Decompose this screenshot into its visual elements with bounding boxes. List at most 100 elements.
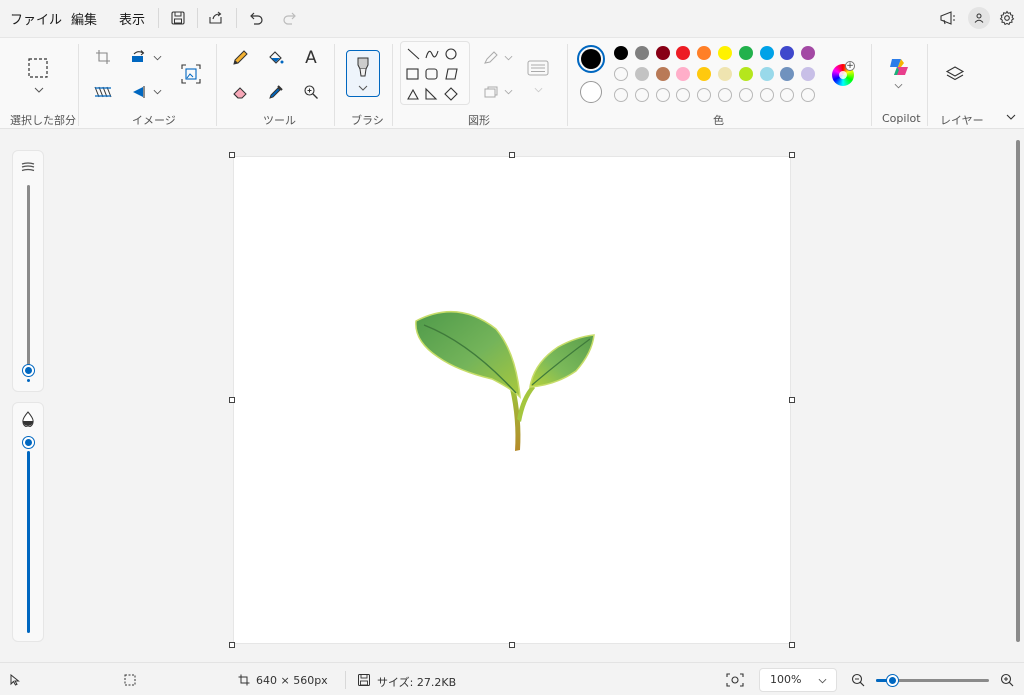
vertical-scrollbar[interactable] [1016,140,1020,642]
palette-swatch[interactable] [634,46,649,60]
palette-swatch[interactable] [655,46,670,60]
remove-background-icon[interactable] [180,63,202,85]
zoom-in-icon[interactable] [1000,673,1014,687]
ribbon-divider [392,44,393,126]
rectangle-select-icon [28,58,48,78]
redo-icon[interactable] [280,8,300,28]
palette-empty-slot[interactable] [697,88,712,102]
magnifier-icon[interactable] [300,81,322,103]
palette-swatch[interactable] [697,46,712,60]
pencil-icon[interactable] [229,47,251,69]
palette-empty-slot[interactable] [676,88,691,102]
palette-swatch[interactable] [634,67,649,81]
zoom-slider-thumb[interactable] [887,675,898,686]
group-label-selection: 選択した部分 [10,114,76,127]
text-tool-icon[interactable]: A [300,47,322,69]
chevron-down-icon[interactable] [504,89,513,95]
crop-icon[interactable] [92,46,114,68]
resize-handle-bottom-left[interactable] [229,642,235,648]
shape-outline-icon[interactable] [480,47,502,69]
palette-swatch[interactable] [655,67,670,81]
primary-color-button[interactable] [577,45,605,73]
undo-icon[interactable] [246,8,266,28]
chevron-down-icon[interactable] [534,87,543,93]
menu-file[interactable]: ファイル [10,9,62,28]
slider-thumb[interactable] [23,437,34,448]
resize-handle-top[interactable] [509,152,515,158]
palette-swatch[interactable] [614,46,628,60]
flip-icon[interactable] [128,81,150,103]
copilot-button[interactable] [888,57,912,93]
ribbon-divider [216,44,217,126]
slider-min-dot [27,379,30,382]
resize-handle-top-right[interactable] [789,152,795,158]
zoom-slider[interactable] [876,675,989,686]
account-avatar[interactable] [968,7,990,29]
layers-icon[interactable] [944,63,966,85]
zoom-level-dropdown[interactable]: 100% [759,668,837,692]
resize-handle-left[interactable] [229,397,235,403]
palette-empty-slot[interactable] [718,88,732,102]
palette-swatch[interactable] [738,46,753,60]
zoom-out-icon[interactable] [851,673,865,687]
palette-swatch[interactable] [676,46,691,60]
opacity-slider[interactable] [12,402,44,642]
palette-empty-slot[interactable] [801,88,816,102]
selection-button[interactable] [27,57,51,97]
group-label-layers: レイヤー [940,114,984,127]
palette-empty-slot[interactable] [614,88,628,102]
eraser-icon[interactable] [229,81,251,103]
shapes-gallery[interactable] [400,41,470,105]
ribbon-collapse-chevron-icon[interactable] [1006,114,1016,120]
palette-empty-slot[interactable] [634,88,649,102]
palette-swatch[interactable] [759,67,774,81]
palette-swatch[interactable] [718,67,732,81]
resize-handle-bottom[interactable] [509,642,515,648]
resize-handle-right[interactable] [789,397,795,403]
resize-handle-bottom-right[interactable] [789,642,795,648]
palette-empty-slot[interactable] [655,88,670,102]
brush-icon [357,57,369,77]
chevron-down-icon[interactable] [153,55,162,61]
group-label-colors: 色 [713,114,724,127]
palette-swatch[interactable] [801,67,816,81]
secondary-color-button[interactable] [580,81,602,103]
shape-fill-icon[interactable] [480,81,502,103]
brush-selector-button[interactable] [346,50,380,97]
menu-divider [197,8,198,28]
resize-handle-top-left[interactable] [229,152,235,158]
settings-gear-icon[interactable] [997,8,1017,28]
color-picker-icon[interactable] [265,81,287,103]
file-size-save-icon [358,674,370,686]
chevron-down-icon[interactable] [504,55,513,61]
palette-swatch[interactable] [780,67,795,81]
palette-swatch[interactable] [697,67,712,81]
palette-empty-slot[interactable] [759,88,774,102]
copilot-icon [890,59,908,75]
palette-swatch[interactable] [801,46,816,60]
palette-swatch[interactable] [718,46,732,60]
save-icon[interactable] [168,8,188,28]
palette-swatch[interactable] [738,67,753,81]
menu-view[interactable]: 表示 [119,9,145,28]
palette-empty-slot[interactable] [780,88,795,102]
line-size-icon[interactable] [527,57,549,79]
fit-to-window-icon[interactable] [726,673,744,687]
palette-empty-slot[interactable] [614,67,628,81]
resize-skew-icon[interactable] [92,81,114,103]
palette-swatch[interactable] [759,46,774,60]
slider-thumb[interactable] [23,365,34,376]
edit-colors-button[interactable]: + [832,61,855,86]
fill-bucket-icon[interactable] [265,47,287,69]
palette-swatch[interactable] [780,46,795,60]
rotate-icon[interactable] [128,46,150,68]
drawing-canvas[interactable] [234,157,790,643]
share-icon[interactable] [206,8,226,28]
palette-swatch[interactable] [676,67,691,81]
chevron-down-icon [894,83,903,89]
brush-size-slider[interactable] [12,150,44,392]
palette-empty-slot[interactable] [738,88,753,102]
feedback-icon[interactable] [938,8,958,28]
chevron-down-icon[interactable] [153,89,162,95]
menu-edit[interactable]: 編集 [71,9,97,28]
